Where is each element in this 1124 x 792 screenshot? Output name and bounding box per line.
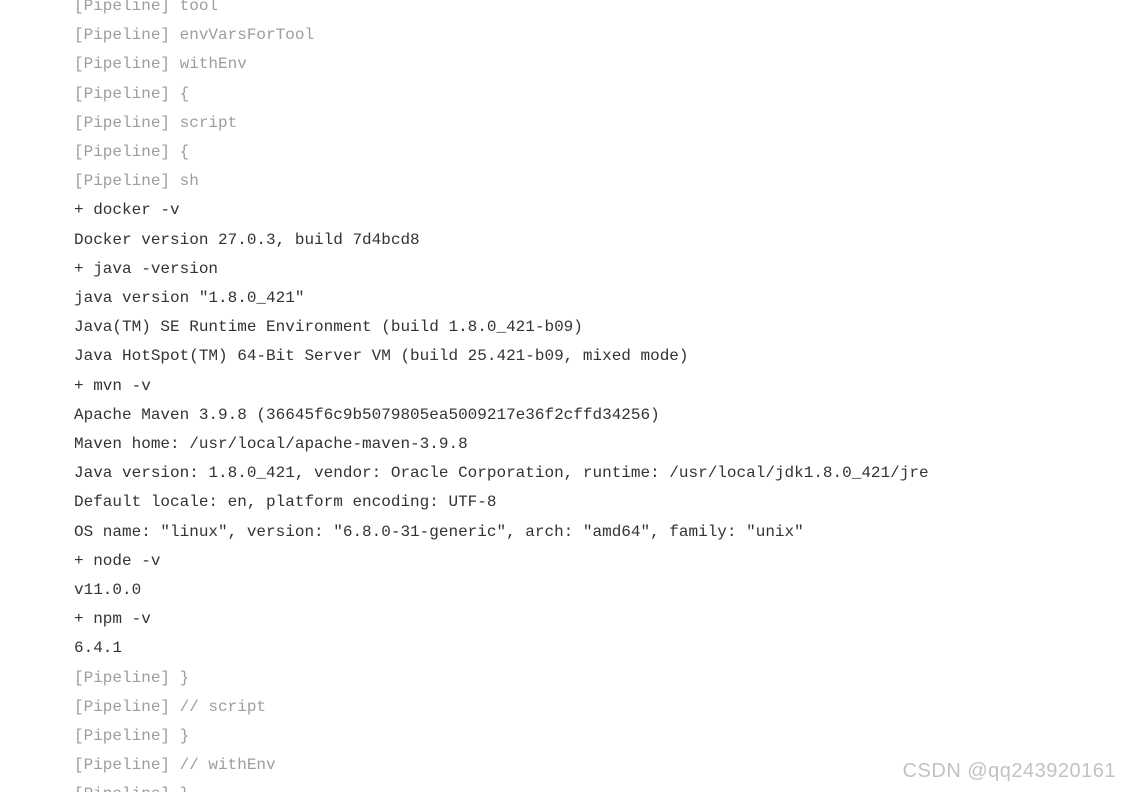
shell-output-line: OS name: "linux", version: "6.8.0-31-gen… — [74, 518, 1124, 547]
console-output: [Pipeline] tool[Pipeline] envVarsForTool… — [74, 0, 1124, 792]
pipeline-step-line: [Pipeline] { — [74, 80, 1124, 109]
pipeline-step-line: [Pipeline] sh — [74, 167, 1124, 196]
pipeline-step-line: [Pipeline] script — [74, 109, 1124, 138]
shell-output-line: + node -v — [74, 547, 1124, 576]
pipeline-step-line: [Pipeline] } — [74, 722, 1124, 751]
shell-output-line: java version "1.8.0_421" — [74, 284, 1124, 313]
shell-output-line: + mvn -v — [74, 372, 1124, 401]
shell-output-line: Maven home: /usr/local/apache-maven-3.9.… — [74, 430, 1124, 459]
shell-output-line: Java version: 1.8.0_421, vendor: Oracle … — [74, 459, 1124, 488]
pipeline-step-line: [Pipeline] // withEnv — [74, 751, 1124, 780]
shell-output-line: + java -version — [74, 255, 1124, 284]
shell-output-line: Java(TM) SE Runtime Environment (build 1… — [74, 313, 1124, 342]
pipeline-step-line: [Pipeline] envVarsForTool — [74, 21, 1124, 50]
pipeline-step-line: [Pipeline] // script — [74, 693, 1124, 722]
shell-output-line: v11.0.0 — [74, 576, 1124, 605]
shell-output-line: + npm -v — [74, 605, 1124, 634]
shell-output-line: Default locale: en, platform encoding: U… — [74, 488, 1124, 517]
shell-output-line: 6.4.1 — [74, 634, 1124, 663]
pipeline-step-line: [Pipeline] withEnv — [74, 50, 1124, 79]
pipeline-step-line: [Pipeline] { — [74, 138, 1124, 167]
shell-output-line: + docker -v — [74, 196, 1124, 225]
pipeline-step-line: [Pipeline] tool — [74, 0, 1124, 21]
shell-output-line: Docker version 27.0.3, build 7d4bcd8 — [74, 226, 1124, 255]
pipeline-step-line: [Pipeline] } — [74, 780, 1124, 792]
shell-output-line: Java HotSpot(TM) 64-Bit Server VM (build… — [74, 342, 1124, 371]
pipeline-step-line: [Pipeline] } — [74, 664, 1124, 693]
shell-output-line: Apache Maven 3.9.8 (36645f6c9b5079805ea5… — [74, 401, 1124, 430]
